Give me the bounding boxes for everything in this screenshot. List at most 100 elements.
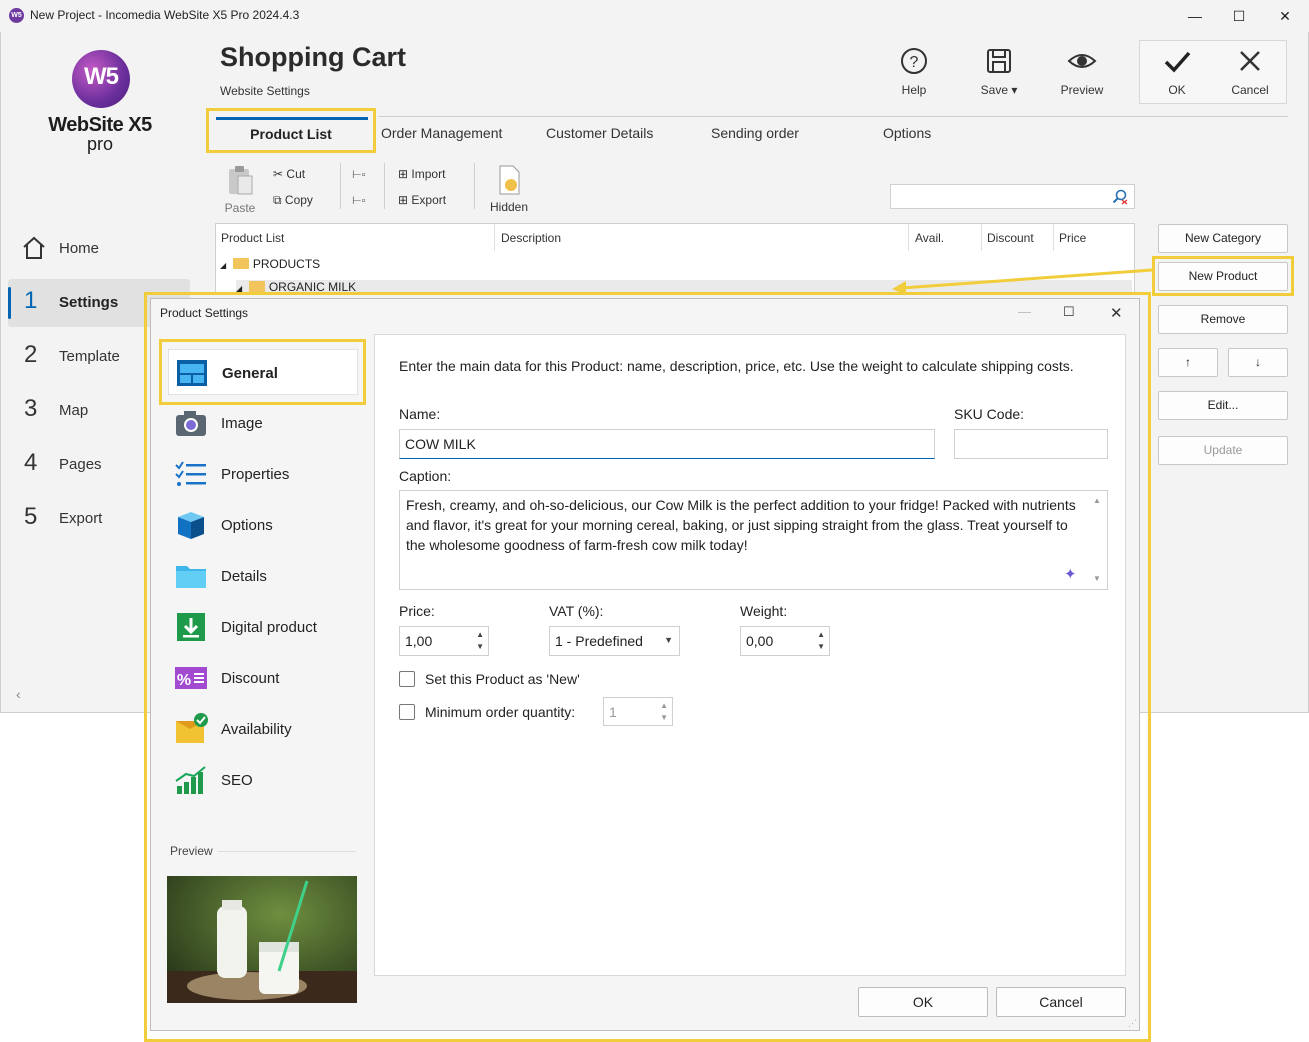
cut-button[interactable]: ✂ Cut <box>273 167 305 181</box>
tab-product-list[interactable]: Product List <box>206 108 376 153</box>
copy-button[interactable]: ⧉ Copy <box>273 193 313 208</box>
section-properties[interactable]: Properties <box>168 451 358 497</box>
column-header[interactable]: Discount <box>982 224 1054 251</box>
import-button[interactable]: ⊞ Import <box>398 167 445 181</box>
logo-edition: pro <box>86 134 113 154</box>
dialog-cancel-button[interactable]: Cancel <box>996 987 1126 1017</box>
hidden-button[interactable]: Hidden <box>486 165 532 214</box>
move-up-button[interactable]: ↑ <box>1158 348 1218 377</box>
vat-label: VAT (%): <box>549 603 604 619</box>
caption-field[interactable]: Fresh, creamy, and oh-so-delicious, our … <box>399 490 1108 590</box>
column-header[interactable]: Price <box>1054 224 1134 251</box>
spin-up-icon[interactable]: ▲ <box>476 630 484 639</box>
scroll-down-icon[interactable]: ▼ <box>1093 574 1101 583</box>
min-quantity-checkbox[interactable] <box>399 704 415 720</box>
paste-button[interactable]: Paste <box>222 164 258 215</box>
folder-icon <box>248 281 265 292</box>
ribbon-separator <box>474 163 475 209</box>
name-field[interactable]: COW MILK <box>399 429 935 459</box>
tab-label: Product List <box>250 126 332 142</box>
logo-mark-text: W5 <box>84 63 119 90</box>
tab-order-management[interactable]: Order Management <box>381 125 502 141</box>
ribbon-separator <box>340 163 341 209</box>
search-input[interactable] <box>890 184 1135 209</box>
close-button[interactable]: ✕ <box>1270 5 1300 27</box>
ok-button[interactable]: OK <box>1142 44 1212 104</box>
weight-field[interactable]: 0,00 ▲ ▼ <box>740 626 830 656</box>
weight-label: Weight: <box>740 603 788 619</box>
preview-button[interactable]: Preview <box>1047 44 1117 104</box>
tab-options[interactable]: Options <box>883 125 931 141</box>
new-category-button[interactable]: New Category <box>1158 224 1288 253</box>
folder-icon <box>232 258 249 269</box>
cancel-button[interactable]: Cancel <box>1215 44 1285 104</box>
collapse-nav-icon[interactable]: ‹ <box>16 686 21 702</box>
minimize-button[interactable]: — <box>1180 5 1210 27</box>
resize-grip-icon[interactable]: ⋰ <box>1128 1018 1137 1029</box>
save-button[interactable]: Save ▾ <box>964 44 1034 104</box>
ribbon-separator <box>384 163 385 209</box>
new-product-button[interactable]: New Product <box>1158 262 1288 291</box>
move-into-icon[interactable]: ⊢▫ <box>352 168 365 181</box>
section-image[interactable]: Image <box>168 400 358 446</box>
dialog-maximize-button[interactable]: ☐ <box>1063 304 1075 320</box>
edit-button[interactable]: Edit... <box>1158 391 1288 420</box>
section-details[interactable]: Details <box>168 553 358 599</box>
spin-up-icon[interactable]: ▲ <box>817 630 825 639</box>
column-header[interactable]: Avail. <box>910 224 982 251</box>
update-button[interactable]: Update <box>1158 436 1288 465</box>
active-nav-indicator <box>8 287 11 319</box>
tab-customer-details[interactable]: Customer Details <box>546 125 653 141</box>
dialog-minimize-button[interactable]: — <box>1018 304 1031 319</box>
header-divider <box>378 116 1288 117</box>
name-label: Name: <box>399 406 441 422</box>
section-general[interactable]: General <box>168 349 358 395</box>
export-icon: ⊞ <box>398 193 409 207</box>
preview-label: Preview <box>170 844 213 858</box>
scroll-up-icon[interactable]: ▲ <box>1093 496 1101 505</box>
help-label: Help <box>901 83 927 97</box>
preview-label: Preview <box>1060 83 1104 97</box>
min-quantity-field[interactable]: 1 ▲ ▼ <box>603 697 673 726</box>
dialog-title: Product Settings <box>160 306 249 320</box>
tab-sending-order[interactable]: Sending order <box>711 125 799 141</box>
section-seo[interactable]: SEO <box>168 757 358 803</box>
import-icon: ⊞ <box>398 167 409 181</box>
search-icon <box>1112 189 1128 205</box>
sku-field[interactable] <box>954 429 1108 459</box>
spin-down-icon[interactable]: ▼ <box>660 713 668 722</box>
section-discount[interactable]: % Discount <box>168 655 358 701</box>
section-options[interactable]: Options <box>168 502 358 548</box>
move-down-button[interactable]: ↓ <box>1228 348 1288 377</box>
price-field[interactable]: 1,00 ▲ ▼ <box>399 626 489 656</box>
caption-text: Fresh, creamy, and oh-so-delicious, our … <box>406 497 1076 553</box>
nav-home[interactable]: Home <box>8 225 190 273</box>
preview-divider <box>218 851 356 852</box>
tree-row[interactable]: ◢ PRODUCTS <box>220 257 320 271</box>
spin-down-icon[interactable]: ▼ <box>817 642 825 651</box>
spin-up-icon[interactable]: ▲ <box>660 701 668 710</box>
min-quantity-label: Minimum order quantity: <box>425 704 576 720</box>
dialog-ok-button[interactable]: OK <box>858 987 988 1017</box>
move-out-icon[interactable]: ⊢▫ <box>352 194 365 207</box>
dialog-close-button[interactable]: ✕ <box>1110 304 1123 322</box>
spin-down-icon[interactable]: ▼ <box>476 642 484 651</box>
percent-icon: % <box>175 667 207 689</box>
column-header[interactable]: Description <box>496 224 909 251</box>
new-product-checkbox[interactable] <box>399 671 415 687</box>
section-availability[interactable]: Availability <box>168 706 358 752</box>
section-digital-product[interactable]: Digital product <box>168 604 358 650</box>
remove-button[interactable]: Remove <box>1158 305 1288 334</box>
vat-select[interactable]: 1 - Predefined ▼ <box>549 626 680 656</box>
ai-sparkle-icon[interactable]: ✦ <box>1064 565 1077 583</box>
export-button[interactable]: ⊞ Export <box>398 193 446 207</box>
app-icon: W5 <box>9 8 24 23</box>
column-header[interactable]: Product List <box>216 224 495 251</box>
chart-icon <box>175 766 206 794</box>
hidden-page-icon <box>499 165 520 195</box>
save-label: Save ▾ <box>980 83 1018 97</box>
maximize-button[interactable]: ☐ <box>1224 5 1254 27</box>
svg-text:%: % <box>177 672 191 689</box>
help-button[interactable]: ? Help <box>879 44 949 104</box>
svg-text:?: ? <box>910 54 919 71</box>
